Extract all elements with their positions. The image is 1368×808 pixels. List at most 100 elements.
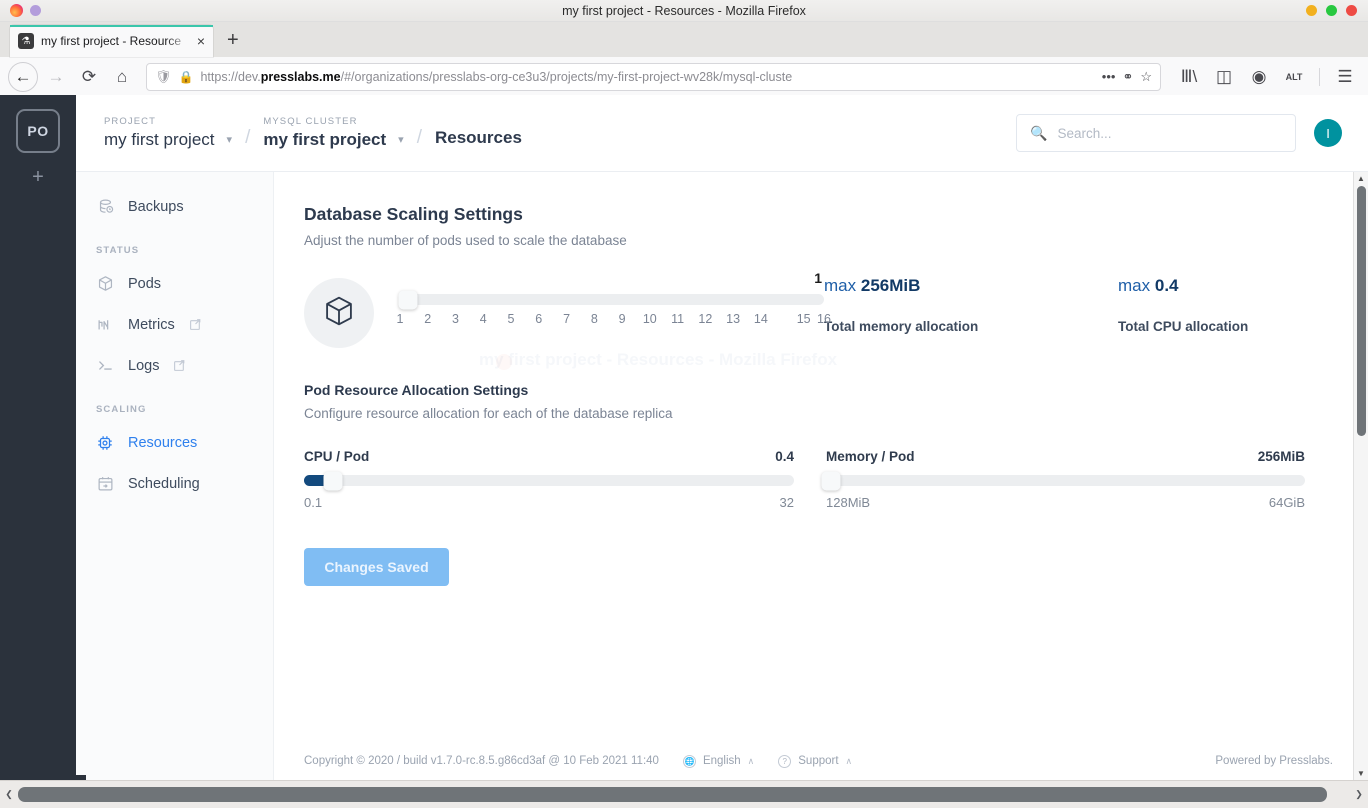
render-artifact-text: my first project - Resources - Mozilla F…	[479, 350, 838, 369]
url-text: https://dev.presslabs.me/#/organizations…	[200, 69, 793, 84]
cpu-allocation: max 0.4 Total CPU allocation	[1118, 276, 1353, 348]
pods-slider[interactable]	[398, 290, 824, 309]
external-link-icon	[173, 359, 186, 372]
cpu-slider-thumb[interactable]	[323, 471, 343, 490]
cpu-slider-value: 0.4	[775, 449, 794, 464]
scroll-down-icon[interactable]: ▼	[1357, 769, 1365, 778]
reload-button[interactable]: ⟳	[74, 62, 104, 92]
cpu-slider-range: 0.1 32	[304, 495, 794, 510]
pods-slider-thumb[interactable]	[398, 290, 418, 309]
sidebar-item-metrics[interactable]: Metrics	[76, 304, 273, 345]
org-badge[interactable]: PO	[16, 109, 60, 153]
avatar[interactable]: I	[1314, 119, 1342, 147]
vertical-scrollbar[interactable]: ▲ ▼	[1353, 172, 1368, 780]
scroll-right-icon[interactable]: ❯	[1353, 789, 1365, 800]
minimize-button[interactable]	[1306, 5, 1317, 16]
sidebar-item-label: Metrics	[128, 316, 175, 333]
shield-icon[interactable]: 🛡	[155, 69, 172, 85]
sidebar-group-scaling: SCALING	[96, 404, 147, 415]
scroll-left-icon[interactable]: ❮	[3, 789, 15, 800]
cpu-slider-label: CPU / Pod	[304, 449, 370, 464]
main-content: my first project - Resources - Mozilla F…	[274, 172, 1353, 780]
new-tab-button[interactable]: +	[227, 29, 239, 52]
pods-tick-label: 9	[618, 312, 626, 326]
memory-slider[interactable]	[821, 471, 1305, 490]
pocket-icon[interactable]: ⚭	[1122, 69, 1133, 85]
save-button[interactable]: Changes Saved	[304, 548, 449, 586]
sidebar-icon[interactable]: ◫	[1209, 62, 1239, 92]
address-bar[interactable]: 🛡 🔒 https://dev.presslabs.me/#/organizat…	[146, 62, 1161, 91]
support-menu[interactable]: ? Support ∧	[778, 754, 853, 768]
chevron-up-icon[interactable]: ∧	[748, 756, 755, 767]
language-selector[interactable]: 🌐 English ∧	[682, 754, 755, 768]
scaling-title: Database Scaling Settings	[304, 204, 523, 224]
cpu-chip-icon	[96, 434, 114, 452]
cpu-slider[interactable]	[304, 471, 794, 490]
memory-slider-thumb[interactable]	[821, 471, 841, 490]
close-window-button[interactable]	[1346, 5, 1357, 16]
pods-tick-label: 5	[507, 312, 515, 326]
memory-slider-label: Memory / Pod	[826, 449, 915, 464]
horizontal-scroll-thumb[interactable]	[18, 787, 1328, 802]
window-controls[interactable]	[1306, 5, 1357, 16]
memory-slider-max: 64GiB	[1268, 495, 1305, 510]
calendar-arrow-icon	[96, 475, 114, 493]
pods-row: 1 1 2 3 4 5 6 7 8 9 10 11 12 13 14 15 16 max	[304, 270, 1305, 348]
sidebar-item-label: Backups	[128, 198, 184, 215]
lock-icon[interactable]: 🔒	[179, 70, 194, 84]
scaling-subtitle: Adjust the number of pods used to scale …	[304, 233, 627, 248]
sidebar-item-scheduling[interactable]: Scheduling	[76, 463, 273, 504]
memory-slider-min: 128MiB	[826, 495, 871, 510]
powered-by: Powered by Presslabs.	[1215, 755, 1333, 767]
menu-icon[interactable]: ☰	[1330, 62, 1360, 92]
cpu-slider-head: CPU / Pod 0.4	[304, 449, 794, 464]
chevron-down-icon[interactable]: ▾	[227, 133, 233, 146]
search-icon: 🔍	[1030, 124, 1048, 141]
database-clock-icon	[96, 198, 114, 216]
vertical-scroll-thumb[interactable]	[1356, 186, 1366, 436]
horizontal-scroll-track[interactable]	[18, 787, 1350, 802]
language-label: English	[702, 755, 741, 767]
chevron-up-icon[interactable]: ∧	[846, 756, 853, 767]
globe-icon: 🌐	[682, 754, 696, 768]
account-icon[interactable]: ◉	[1244, 62, 1274, 92]
pods-tick-label: 1	[396, 312, 404, 326]
project-kicker: PROJECT	[104, 116, 157, 127]
pods-tick-label: 8	[590, 312, 598, 326]
horizontal-scrollbar[interactable]: ❮ ❯	[0, 780, 1368, 808]
pods-tick-label: 3	[452, 312, 459, 326]
page-actions-icon[interactable]: •••	[1102, 69, 1116, 84]
breadcrumb-cluster[interactable]: MYSQL CLUSTER my first project ▾	[263, 116, 403, 150]
sidebar-item-label: Scheduling	[128, 475, 200, 492]
question-icon: ?	[778, 754, 792, 768]
pods-tick-label: 16	[817, 312, 831, 326]
sidebar-item-label: Pods	[128, 275, 162, 292]
alt-extension-icon[interactable]: ALT	[1279, 62, 1309, 92]
close-icon[interactable]: ×	[197, 34, 205, 48]
chevron-down-icon[interactable]: ▾	[398, 133, 404, 146]
pods-value: 1	[814, 270, 822, 286]
home-button[interactable]: ⌂	[107, 62, 137, 92]
pods-tick-label: 15	[796, 312, 811, 326]
pods-slider-group: 1 1 2 3 4 5 6 7 8 9 10 11 12 13 14 15 16	[304, 270, 831, 348]
star-icon[interactable]: ☆	[1140, 69, 1152, 85]
sidebar-item-pods[interactable]: Pods	[76, 263, 273, 304]
app-topbar: PROJECT my first project ▾ / MYSQL CLUST…	[76, 95, 1368, 172]
forward-button[interactable]: →	[41, 62, 71, 92]
browser-tab[interactable]: ⚗ my first project - Resource ×	[10, 25, 213, 57]
back-button[interactable]: ←	[8, 61, 38, 92]
maximize-button[interactable]	[1326, 5, 1337, 16]
search-input[interactable]: 🔍 Search...	[1016, 114, 1296, 152]
sidebar-item-logs[interactable]: Logs	[76, 345, 273, 386]
add-org-button[interactable]: +	[32, 167, 44, 187]
library-icon[interactable]: Ⅲ\	[1174, 62, 1204, 92]
sidebar-item-backups[interactable]: Backups	[76, 186, 273, 227]
breadcrumb-project[interactable]: PROJECT my first project ▾	[104, 116, 232, 150]
sidebar-item-resources[interactable]: Resources	[76, 422, 273, 463]
breadcrumb-separator: /	[416, 127, 422, 148]
chart-pulse-icon	[96, 316, 114, 334]
memory-alloc-caption: Total memory allocation	[824, 319, 979, 334]
page-title: Resources	[434, 128, 522, 147]
scroll-up-icon[interactable]: ▲	[1357, 174, 1365, 183]
cluster-kicker: MYSQL CLUSTER	[263, 116, 358, 127]
